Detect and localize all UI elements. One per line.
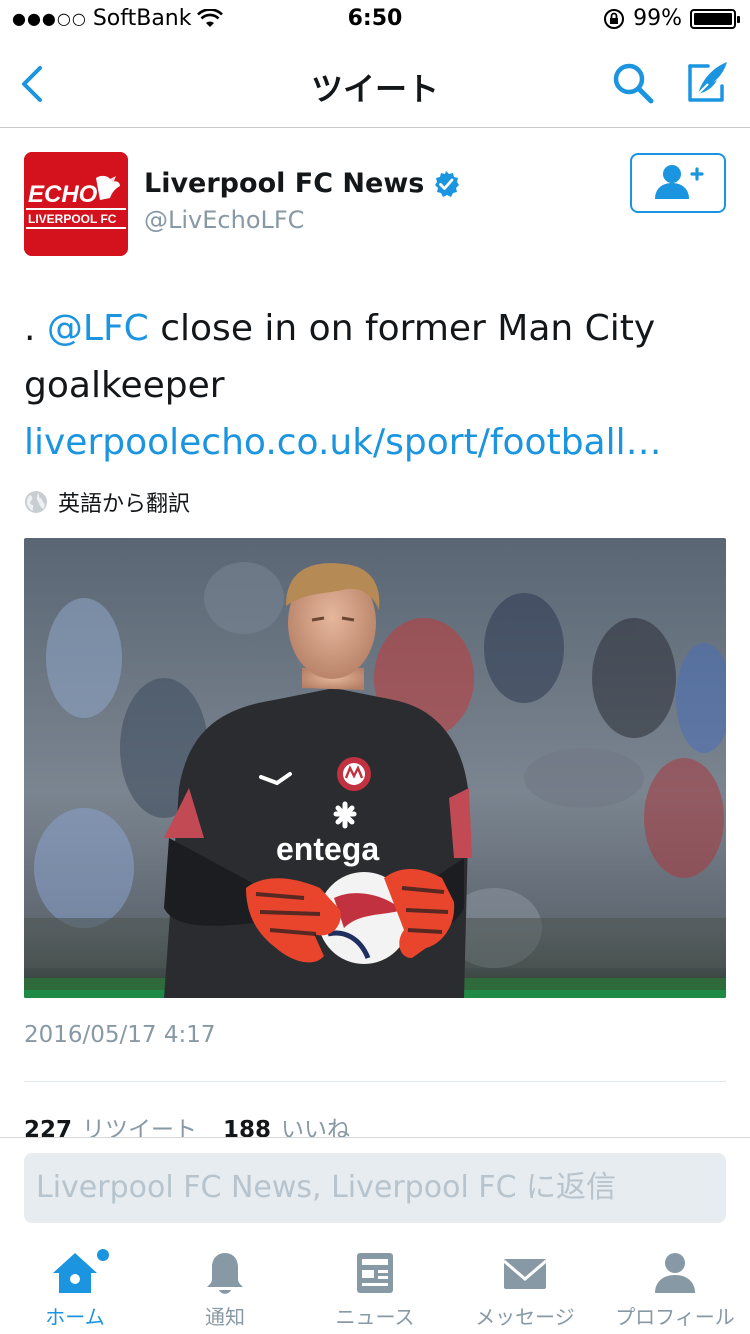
tweet-photo[interactable]: entega	[24, 538, 726, 998]
person-icon	[655, 1253, 695, 1293]
reply-input[interactable]: Liverpool FC News, Liverpool FC に返信	[24, 1153, 726, 1223]
tab-home[interactable]: ホーム	[0, 1237, 150, 1334]
reply-bar: Liverpool FC News, Liverpool FC に返信	[0, 1137, 750, 1237]
translate-label[interactable]: 英語から翻訳	[58, 486, 190, 518]
tab-news[interactable]: ニュース	[300, 1237, 450, 1334]
battery-group: 99%	[603, 6, 740, 31]
navigation-bar: ツイート	[0, 40, 750, 128]
home-icon	[53, 1253, 97, 1293]
tab-label-news: ニュース	[335, 1305, 415, 1329]
envelope-icon	[503, 1259, 547, 1289]
follow-button[interactable]	[630, 153, 726, 213]
tab-notifications[interactable]: 通知	[150, 1237, 300, 1334]
tab-profile[interactable]: プロフィール	[600, 1237, 750, 1334]
orientation-lock-icon	[604, 8, 625, 29]
tweet-text-prefix: .	[24, 308, 47, 349]
tab-label-profile: プロフィール	[615, 1305, 735, 1329]
jersey-sponsor-text: entega	[276, 831, 379, 867]
globe-icon	[25, 491, 47, 513]
compose-tweet-icon[interactable]	[684, 58, 730, 106]
translate-link[interactable]: 英語から翻訳	[24, 486, 190, 518]
goalkeeper-photo: entega	[24, 538, 726, 998]
new-content-dot	[97, 1249, 109, 1261]
news-icon	[357, 1253, 393, 1293]
tab-label-home: ホーム	[45, 1305, 105, 1329]
battery-level	[694, 12, 732, 25]
tab-label-notifications: 通知	[205, 1305, 245, 1329]
avatar[interactable]: ECHO LIVERPOOL FC	[24, 152, 128, 256]
mention-link[interactable]: @LFC	[47, 308, 149, 349]
bell-icon	[207, 1253, 243, 1294]
tweet-text: . @LFC close in on former Man City goalk…	[24, 300, 724, 471]
verified-badge-icon	[435, 170, 460, 197]
tweet-url-link[interactable]: liverpoolecho.co.uk/sport/football…	[24, 414, 724, 471]
divider	[24, 1081, 726, 1082]
avatar-logo-top: ECHO	[28, 181, 98, 208]
echo-logo: ECHO LIVERPOOL FC	[24, 152, 128, 256]
user-handle[interactable]: @LivEchoLFC	[144, 206, 304, 234]
avatar-logo-bottom: LIVERPOOL FC	[28, 212, 117, 226]
battery-percent: 99%	[633, 6, 682, 31]
user-name-row[interactable]: Liverpool FC News	[144, 168, 460, 199]
tab-bar: ホーム 通知 ニュース メッセージ プロフィール	[0, 1237, 750, 1334]
tab-messages[interactable]: メッセージ	[450, 1237, 600, 1334]
status-bar: ●●●○○ SoftBank 6:50 99%	[0, 0, 750, 40]
search-icon[interactable]	[610, 60, 656, 106]
add-user-icon	[655, 165, 704, 199]
tab-label-messages: メッセージ	[475, 1305, 575, 1329]
battery-icon	[690, 8, 740, 29]
user-name[interactable]: Liverpool FC News	[144, 168, 424, 199]
tweet-timestamp: 2016/05/17 4:17	[24, 1022, 216, 1048]
